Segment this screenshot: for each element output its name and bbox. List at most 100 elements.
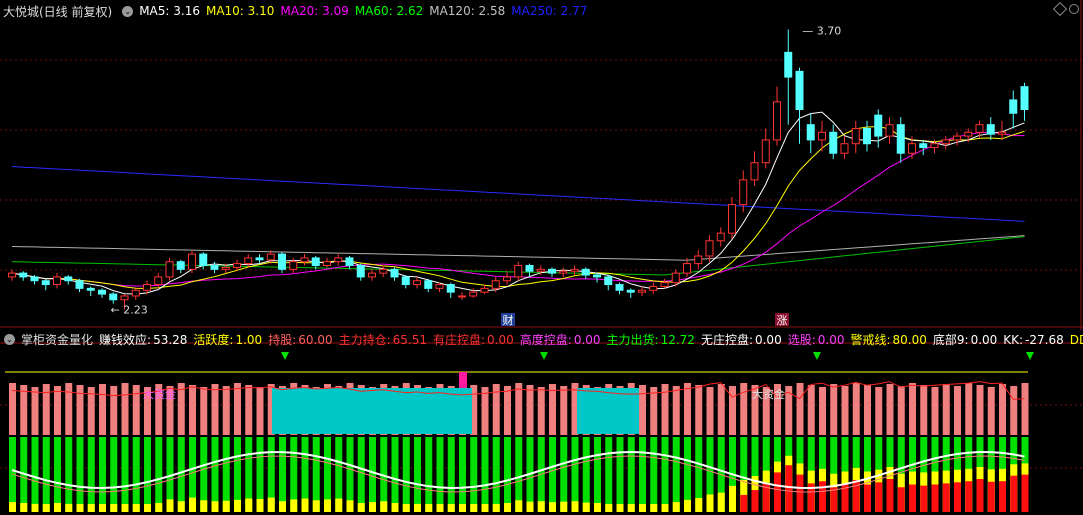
red-bar <box>774 472 781 512</box>
pink-bar <box>582 385 590 435</box>
yellow-bar <box>76 504 84 512</box>
green-bar <box>751 437 759 512</box>
pink-bar <box>627 383 635 435</box>
red-bar <box>830 487 838 512</box>
pink-bar <box>20 385 28 435</box>
green-bar <box>414 437 421 512</box>
red-bar <box>987 481 995 512</box>
candle-body <box>728 204 736 234</box>
yellow-bar <box>312 500 320 512</box>
candle-body <box>379 268 388 274</box>
candle-body <box>165 261 174 278</box>
yellow-bar <box>470 504 478 512</box>
yellow-bar <box>740 480 748 512</box>
yellow-bar <box>200 500 208 512</box>
yellow-bar <box>560 501 568 512</box>
candle-body <box>491 280 500 289</box>
red-bar <box>999 481 1006 512</box>
pink-bar <box>942 384 950 435</box>
yellow-bar <box>616 504 624 512</box>
green-bar <box>65 437 73 512</box>
candle-body <box>255 257 264 261</box>
yellow-bar <box>875 469 883 512</box>
candle-body <box>311 257 320 267</box>
indicator-label: 主力出货: <box>606 332 659 347</box>
candle-body <box>266 253 275 261</box>
green-bar <box>987 437 995 512</box>
yellow-bar <box>380 501 388 512</box>
pink-bar <box>571 383 579 435</box>
green-bar <box>931 437 939 512</box>
green-bar <box>706 437 714 512</box>
pink-bar <box>807 385 815 435</box>
candle-body <box>705 240 714 257</box>
candle-body <box>221 266 230 270</box>
ma-label: MA60: 2.62 <box>354 4 424 18</box>
pink-bar <box>177 383 185 435</box>
candle-body <box>413 280 421 286</box>
pink-bar <box>1010 386 1018 435</box>
down-triangle-icon <box>813 352 821 360</box>
pink-bar <box>672 386 680 435</box>
green-bar <box>976 437 984 512</box>
yellow-bar <box>144 504 151 512</box>
green-bar <box>177 437 185 512</box>
collapse-circle-icon[interactable]: ⌄ <box>122 5 134 17</box>
candle-body <box>750 162 759 181</box>
green-bar <box>324 437 331 512</box>
yellow-bar <box>515 500 523 512</box>
red-bar <box>762 483 770 512</box>
yellow-bar <box>526 501 534 512</box>
candle-body <box>593 274 601 278</box>
settings-circle-icon[interactable] <box>1069 4 1079 14</box>
pink-bar <box>515 383 523 435</box>
yellow-bar <box>436 504 444 512</box>
green-bar <box>571 437 579 512</box>
green-bar <box>245 437 253 512</box>
green-bar <box>256 437 264 512</box>
zone-label-right: 大资金 <box>752 387 785 401</box>
down-triangle-icon <box>1026 352 1034 360</box>
green-bar <box>346 437 354 512</box>
pink-bar <box>346 383 354 435</box>
cyan-zone <box>272 388 472 434</box>
stock-title: 大悦城(日线 前复权) <box>3 4 113 19</box>
candle-body <box>435 284 444 289</box>
candle-body <box>75 280 84 289</box>
yellow-bar <box>301 498 309 512</box>
candle-body <box>64 276 73 282</box>
collapse-circle-icon[interactable]: ⌄ <box>4 333 15 345</box>
pink-bar <box>132 385 140 435</box>
yellow-bar <box>211 501 219 512</box>
candle-body <box>874 114 883 137</box>
candle-body <box>446 284 455 293</box>
yellow-bar <box>99 504 106 512</box>
candle-body <box>716 232 725 242</box>
candle-body <box>863 127 871 145</box>
price-chart[interactable]: — 3.70 ← 2.23 财 涨 <box>0 0 1083 330</box>
green-bar <box>234 437 241 512</box>
pink-bar <box>267 384 275 435</box>
yellow-bar <box>942 470 950 512</box>
green-bar <box>650 437 658 512</box>
green-bar <box>222 437 230 512</box>
indicator-label: DD: <box>1069 332 1083 347</box>
yellow-bar <box>9 502 16 512</box>
candle-body <box>761 139 770 164</box>
candle-body <box>998 131 1006 135</box>
candle-body <box>548 268 556 274</box>
green-bar <box>864 437 871 512</box>
pink-bar <box>279 386 286 435</box>
candle-body <box>570 268 579 272</box>
indicator-value: 0.00 <box>573 332 601 347</box>
yellow-bar <box>267 497 275 512</box>
yellow-bar <box>999 468 1006 512</box>
pink-bar <box>931 387 939 435</box>
candle-body <box>503 276 511 282</box>
green-bar <box>166 437 174 512</box>
zone-label-left: 大资金 <box>143 387 176 401</box>
candle-body <box>154 276 163 286</box>
green-bar <box>717 437 725 512</box>
pink-bar <box>324 384 331 435</box>
yellow-bar <box>819 468 826 512</box>
